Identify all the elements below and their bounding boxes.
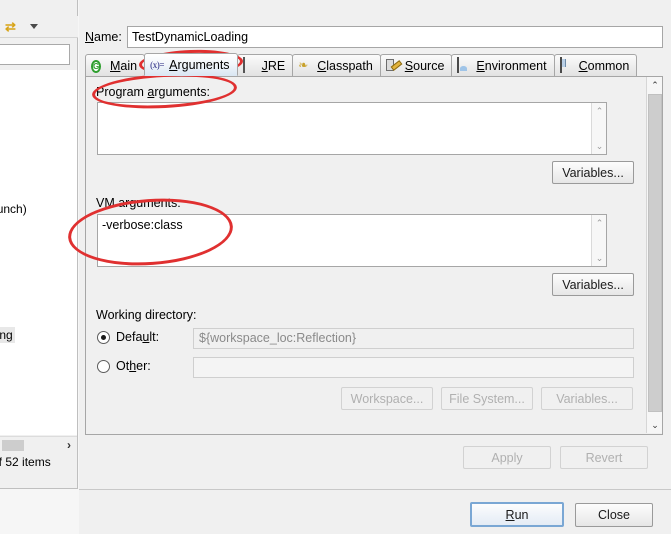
revert-button[interactable]: Revert	[560, 446, 648, 469]
launch-configurations-panel: ⇄ nal Launch) ding › of 52 items	[0, 0, 78, 489]
tab-jre[interactable]: JRE	[236, 54, 294, 76]
scrollbar-thumb[interactable]	[2, 440, 24, 451]
scrollbar-thumb[interactable]	[648, 94, 662, 412]
tab-arguments[interactable]: (x)= Arguments	[144, 53, 238, 76]
working-directory-other-input[interactable]	[193, 357, 634, 378]
tab-arguments-label: Arguments	[169, 57, 230, 72]
filter-input[interactable]	[0, 44, 70, 65]
list-item[interactable]: ding	[0, 327, 15, 343]
scroll-right-icon[interactable]: ›	[67, 438, 71, 452]
working-directory-label: Working directory:	[96, 308, 197, 322]
content-vertical-scrollbar[interactable]: ⌃ ⌄	[646, 77, 662, 433]
working-directory-variables-button[interactable]: Variables...	[541, 387, 633, 410]
item-count-status: of 52 items	[0, 455, 51, 469]
scroll-up-icon[interactable]: ⌃	[592, 216, 606, 230]
jre-tab-icon	[242, 57, 258, 73]
tab-source[interactable]: Source	[379, 54, 453, 76]
tab-bar: G Main (x)= Arguments JRE ❧ Classpath So…	[85, 53, 663, 77]
name-row: Name:	[85, 26, 663, 48]
name-input[interactable]	[127, 26, 663, 48]
dialog-content-area: Name: G Main (x)= Arguments JR	[79, 0, 671, 489]
workspace-button[interactable]: Workspace...	[341, 387, 433, 410]
program-arguments-variables-button[interactable]: Variables...	[552, 161, 634, 184]
radio-default-icon[interactable]	[97, 330, 110, 344]
chevron-down-icon[interactable]	[30, 24, 38, 29]
vm-arguments-value: -verbose:class	[102, 218, 183, 232]
vm-arguments-textarea[interactable]: -verbose:class ⌃ ⌄	[97, 214, 607, 267]
environment-tab-icon	[457, 57, 472, 73]
common-tab-icon	[559, 57, 575, 73]
tab-environment[interactable]: Environment	[451, 54, 555, 76]
new-launch-config-icon[interactable]: ⇄	[2, 17, 24, 37]
source-tab-icon	[386, 58, 401, 73]
scroll-up-icon[interactable]: ⌃	[647, 77, 662, 93]
tab-classpath-label: Classpath	[317, 58, 373, 73]
tab-jre-label: JRE	[261, 58, 286, 73]
scroll-down-icon[interactable]: ⌄	[592, 139, 606, 153]
arguments-tab-icon: (x)=	[150, 60, 165, 70]
working-directory-default-radio-row[interactable]: Default:	[97, 330, 159, 344]
classpath-tab-icon: ❧	[298, 58, 309, 72]
horizontal-scrollbar[interactable]: ›	[0, 436, 77, 453]
scroll-down-icon[interactable]: ⌄	[592, 251, 606, 265]
program-arguments-textarea[interactable]: ⌃ ⌄	[97, 102, 607, 155]
main-tab-icon: G	[91, 60, 102, 73]
arguments-tab-panel: Program arguments: ⌃ ⌄ Variables... VM a…	[85, 77, 663, 435]
tab-source-label: Source	[404, 58, 445, 73]
tab-environment-label: Environment	[476, 58, 547, 73]
scroll-down-icon[interactable]: ⌄	[647, 417, 662, 433]
vm-arguments-label: VM arguments:	[96, 196, 181, 210]
run-button[interactable]: Run	[470, 502, 564, 527]
apply-button[interactable]: Apply	[463, 446, 551, 469]
radio-default-label: Default:	[116, 330, 160, 344]
program-arguments-label: Program arguments:	[96, 85, 210, 99]
tab-classpath[interactable]: ❧ Classpath	[292, 54, 381, 76]
run-configurations-dialog: ⇄ nal Launch) ding › of 52 items Name: G	[0, 0, 671, 534]
working-directory-default-value: ${workspace_loc:Reflection}	[193, 328, 634, 349]
new-launch-config-glyph: ⇄	[5, 18, 16, 34]
file-system-button[interactable]: File System...	[441, 387, 533, 410]
tab-main[interactable]: G Main	[85, 54, 146, 76]
vm-arguments-scrollbar[interactable]: ⌃ ⌄	[591, 215, 606, 266]
launch-config-tree[interactable]: nal Launch) ding	[0, 70, 77, 435]
tab-common-label: Common	[578, 58, 630, 73]
vm-arguments-variables-button[interactable]: Variables...	[552, 273, 634, 296]
close-button[interactable]: Close	[575, 503, 653, 527]
list-item[interactable]: nal Launch)	[0, 202, 27, 216]
tab-main-label: Main	[110, 58, 138, 73]
scroll-up-icon[interactable]: ⌃	[592, 104, 606, 118]
radio-other-label: Other:	[116, 359, 151, 373]
run-button-label: Run	[505, 507, 529, 522]
radio-other-icon[interactable]	[97, 359, 110, 373]
name-label: Name:	[85, 30, 122, 44]
tab-common[interactable]: Common	[553, 54, 638, 76]
working-directory-other-radio-row[interactable]: Other:	[97, 359, 151, 373]
dialog-footer: Run Close	[79, 490, 671, 534]
program-arguments-scrollbar[interactable]: ⌃ ⌄	[591, 103, 606, 154]
launch-config-toolbar: ⇄	[0, 16, 78, 38]
